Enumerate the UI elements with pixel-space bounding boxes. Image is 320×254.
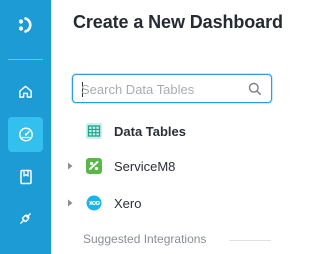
app-logo[interactable] xyxy=(0,0,51,50)
logo-icon xyxy=(18,17,32,33)
search-box[interactable] xyxy=(72,74,272,103)
suggested-integrations-heading: Suggested Integrations xyxy=(83,232,207,246)
expand-arrow-icon[interactable] xyxy=(66,199,74,207)
nav-rail xyxy=(0,0,51,254)
tree-item-servicem8[interactable]: ServiceM8 xyxy=(51,153,293,179)
expand-arrow-icon[interactable] xyxy=(66,162,74,170)
table-grid-icon xyxy=(86,123,102,139)
tree-item-label: Data Tables xyxy=(114,123,187,139)
nav-active-highlight xyxy=(8,116,43,152)
search-icon[interactable] xyxy=(247,81,263,97)
tree-item-data-tables[interactable]: Data Tables xyxy=(51,118,293,144)
bookmark-icon xyxy=(19,169,32,185)
nav-item-bookmarks[interactable] xyxy=(0,157,51,197)
home-icon xyxy=(19,85,32,98)
section-divider xyxy=(229,240,271,241)
tree-item-label: ServiceM8 xyxy=(114,158,176,174)
tree-item-xero[interactable]: Xero xyxy=(51,190,293,216)
page-title: Create a New Dashboard xyxy=(73,12,283,32)
nav-item-dashboards[interactable] xyxy=(0,114,51,154)
servicem8-icon xyxy=(86,158,102,174)
search-input[interactable] xyxy=(81,80,241,98)
rail-divider xyxy=(8,59,43,60)
xero-icon xyxy=(86,195,102,211)
create-dashboard-panel: Create a New Dashboard Data Tables Servi… xyxy=(51,0,293,254)
nav-item-home[interactable] xyxy=(0,71,51,111)
integrations-icon xyxy=(20,212,31,224)
tree-item-label: Xero xyxy=(114,195,142,211)
dashboard-gauge-icon xyxy=(18,127,33,142)
nav-item-integrations[interactable] xyxy=(0,198,51,238)
